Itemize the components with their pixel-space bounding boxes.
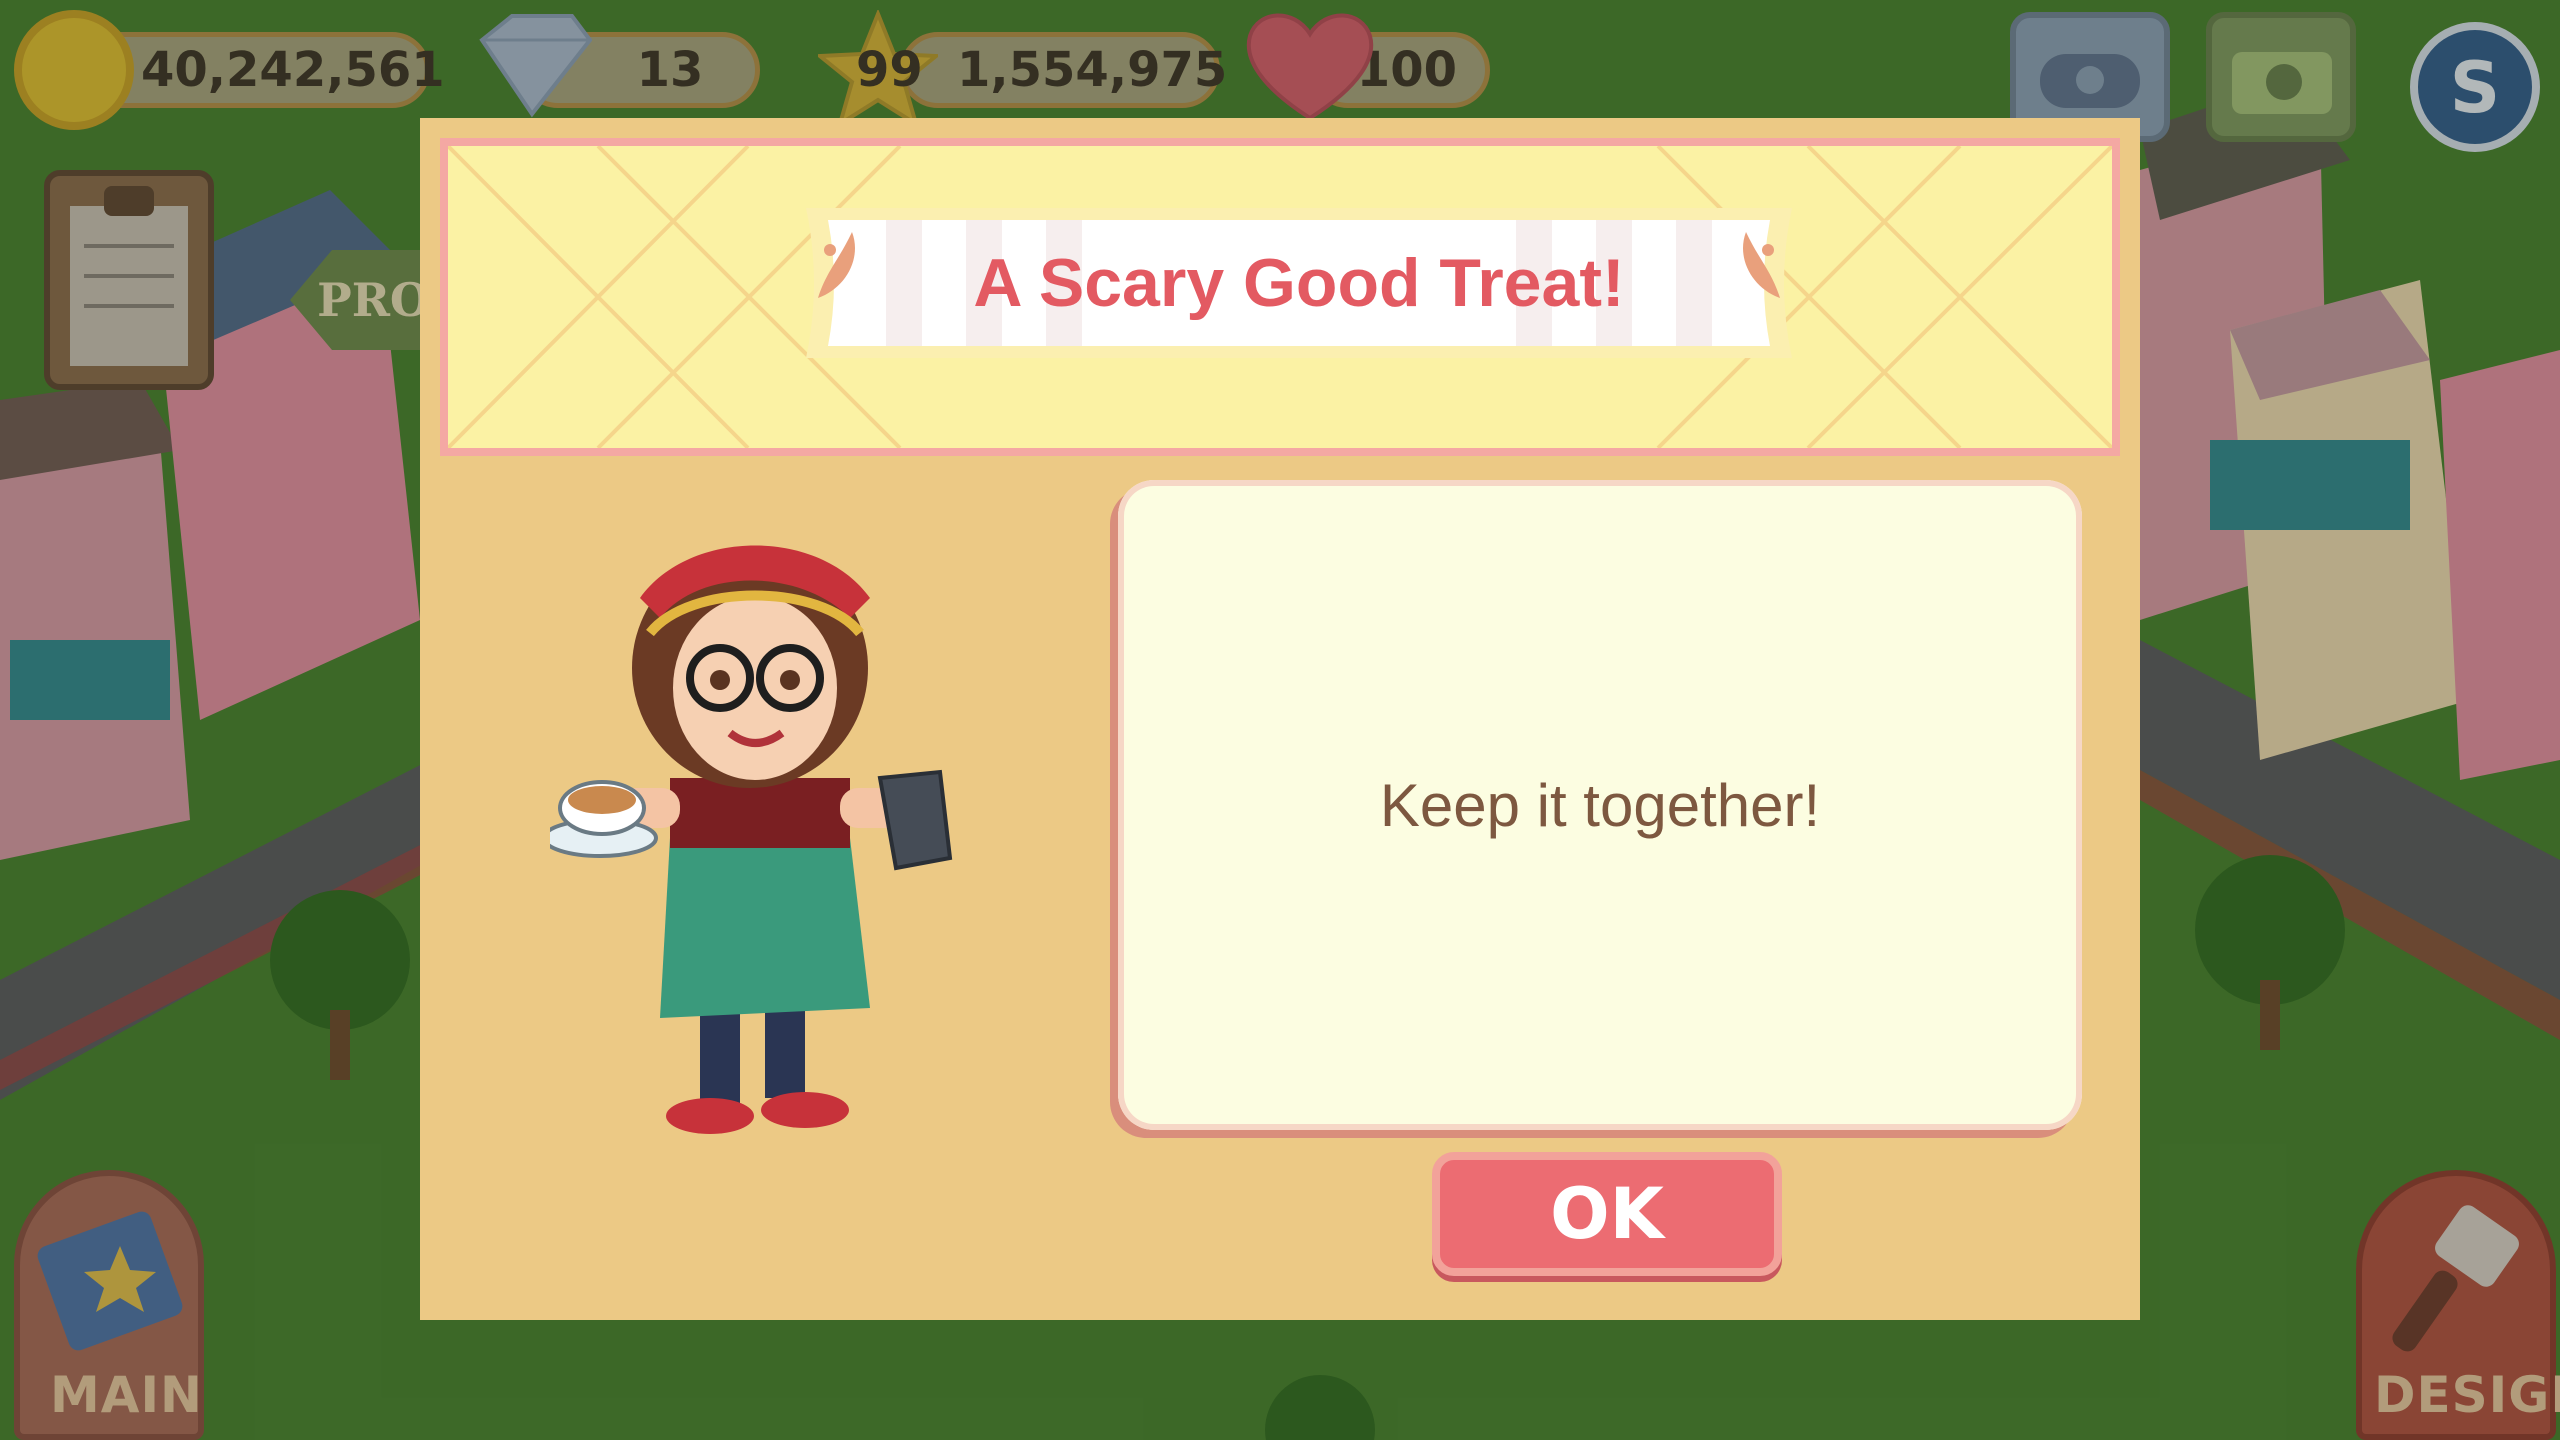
barista-character — [550, 545, 953, 1134]
dialog-title: A Scary Good Treat! — [973, 245, 1625, 321]
title-banner: A Scary Good Treat! — [766, 188, 1832, 378]
dialog-header: A Scary Good Treat! — [440, 138, 2120, 456]
dialog-message: Keep it together! — [1379, 771, 1821, 839]
message-box: Keep it together! — [1118, 480, 2082, 1130]
event-dialog: A Scary Good Treat! Keep it together! OK — [420, 118, 2140, 1320]
ok-button[interactable]: OK — [1432, 1152, 1782, 1276]
